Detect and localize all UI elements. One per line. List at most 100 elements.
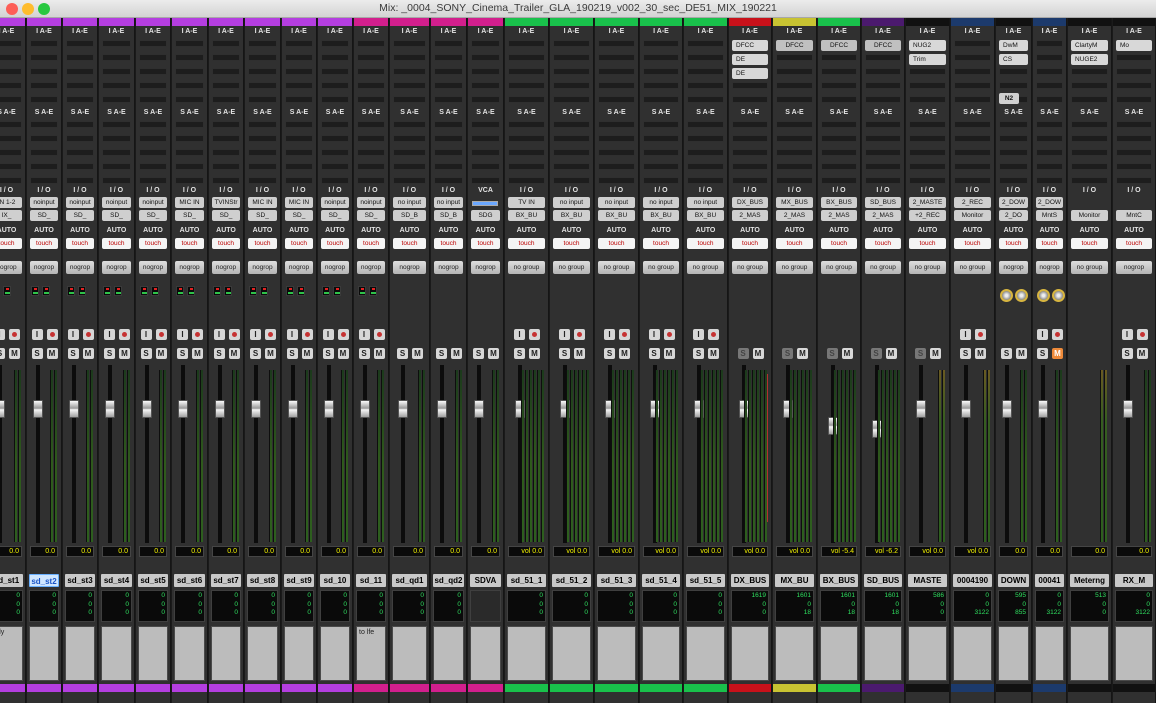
send-slot[interactable]: [212, 121, 240, 128]
send-slot[interactable]: [212, 177, 240, 184]
track-name[interactable]: sd_st2: [29, 574, 59, 587]
insert-slot-empty[interactable]: [732, 82, 768, 89]
send-slot[interactable]: [821, 163, 857, 170]
send-slot[interactable]: [865, 121, 901, 128]
comments-field[interactable]: [247, 626, 278, 681]
automation-mode-selector[interactable]: touch: [175, 238, 204, 249]
insert-slot[interactable]: CS: [999, 54, 1028, 65]
output-selector[interactable]: SDG: [471, 210, 500, 221]
input-selector[interactable]: MX_BUS: [776, 197, 813, 208]
insert-slot-empty[interactable]: [212, 82, 240, 89]
volume-readout[interactable]: vol 0.0: [776, 546, 813, 557]
insert-slot-empty[interactable]: [687, 54, 724, 61]
output-selector[interactable]: SD_B: [434, 210, 463, 221]
output-selector[interactable]: SD_: [357, 210, 385, 221]
send-slot[interactable]: [175, 135, 204, 142]
track-color-bar[interactable]: [818, 684, 860, 692]
input-selector[interactable]: no input: [434, 197, 463, 208]
track-name[interactable]: sd_51_3: [597, 574, 636, 587]
comments-field[interactable]: [65, 626, 95, 681]
insert-slot-empty[interactable]: [0, 68, 22, 75]
insert-slot-empty[interactable]: [598, 82, 635, 89]
insert-slot-empty[interactable]: [434, 40, 463, 47]
send-slot[interactable]: [471, 135, 500, 142]
track-color-bar[interactable]: [63, 684, 97, 692]
track-name[interactable]: sd_st4: [101, 574, 132, 587]
volume-readout[interactable]: vol -5.4: [821, 546, 857, 557]
track-color-bar[interactable]: [209, 18, 243, 26]
insert-slot-empty[interactable]: [139, 40, 167, 47]
automation-mode-selector[interactable]: touch: [865, 238, 901, 249]
insert-slot[interactable]: Trim: [909, 54, 946, 65]
send-slot[interactable]: [821, 135, 857, 142]
send-slot[interactable]: [66, 135, 94, 142]
send-slot[interactable]: [732, 149, 768, 156]
send-slot[interactable]: [508, 135, 545, 142]
insert-slot-empty[interactable]: [175, 40, 204, 47]
send-slot[interactable]: [643, 177, 679, 184]
volume-fader[interactable]: [68, 400, 79, 418]
automation-mode-selector[interactable]: touch: [212, 238, 240, 249]
output-selector[interactable]: BX_BU: [508, 210, 545, 221]
insert-slot-empty[interactable]: [865, 96, 901, 103]
input-monitor-button[interactable]: I: [559, 329, 570, 340]
volume-readout[interactable]: vol 0.0: [553, 546, 590, 557]
input-monitor-button[interactable]: I: [1121, 329, 1133, 340]
solo-button[interactable]: S: [31, 348, 43, 359]
mute-button[interactable]: M: [752, 348, 764, 359]
record-enable-button[interactable]: [663, 329, 675, 340]
insert-slot-empty[interactable]: [643, 96, 679, 103]
insert-slot-empty[interactable]: [66, 82, 94, 89]
automation-mode-selector[interactable]: touch: [102, 238, 131, 249]
send-slot[interactable]: [0, 163, 22, 170]
mute-button[interactable]: M: [841, 348, 853, 359]
send-slot[interactable]: [248, 149, 277, 156]
send-slot[interactable]: [285, 135, 313, 142]
send-slot[interactable]: [999, 177, 1028, 184]
insert-slot-empty[interactable]: [285, 40, 313, 47]
volume-readout[interactable]: 0.0: [393, 546, 426, 557]
send-slot[interactable]: [999, 135, 1028, 142]
volume-fader[interactable]: [359, 400, 370, 418]
mute-button[interactable]: M: [619, 348, 630, 359]
insert-slot-empty[interactable]: [175, 96, 204, 103]
group-selector[interactable]: no group: [508, 261, 545, 274]
output-selector[interactable]: SD_: [175, 210, 204, 221]
insert-slot[interactable]: Mo: [1116, 40, 1152, 51]
insert-slot-empty[interactable]: [248, 40, 277, 47]
track-color-bar[interactable]: [996, 684, 1031, 692]
insert-slot-empty[interactable]: [285, 96, 313, 103]
input-monitor-button[interactable]: I: [322, 329, 334, 340]
insert-slot-empty[interactable]: [553, 82, 590, 89]
insert-slot-empty[interactable]: [102, 54, 131, 61]
send-slot[interactable]: [553, 177, 590, 184]
send-slot[interactable]: [1036, 149, 1063, 156]
group-selector[interactable]: nogrop: [102, 261, 131, 274]
group-selector[interactable]: no group: [909, 261, 946, 274]
send-slot[interactable]: [248, 121, 277, 128]
track-name[interactable]: sd_st7: [211, 574, 241, 587]
input-selector[interactable]: 2_MASTE: [909, 197, 946, 208]
send-slot[interactable]: [0, 149, 22, 156]
mute-button[interactable]: M: [301, 348, 313, 359]
track-color-bar[interactable]: [282, 18, 316, 26]
insert-slot-empty[interactable]: [821, 96, 857, 103]
output-selector[interactable]: IX_: [0, 210, 22, 221]
track-color-bar[interactable]: [1068, 684, 1111, 692]
send-slot[interactable]: [865, 149, 901, 156]
volume-readout[interactable]: vol 0.0: [643, 546, 679, 557]
automation-mode-selector[interactable]: touch: [553, 238, 590, 249]
track-color-bar[interactable]: [773, 684, 816, 692]
send-slot[interactable]: [434, 149, 463, 156]
track-color-bar[interactable]: [354, 18, 388, 26]
insert-slot-empty[interactable]: [0, 96, 22, 103]
track-color-bar[interactable]: [550, 684, 593, 692]
send-slot[interactable]: [0, 177, 22, 184]
automation-mode-selector[interactable]: touch: [248, 238, 277, 249]
track-color-bar[interactable]: [862, 18, 904, 26]
insert-slot-empty[interactable]: [285, 54, 313, 61]
comments-field[interactable]: [284, 626, 314, 681]
insert-slot-empty[interactable]: [102, 68, 131, 75]
send-slot[interactable]: [471, 149, 500, 156]
track-color-bar[interactable]: [282, 684, 316, 692]
